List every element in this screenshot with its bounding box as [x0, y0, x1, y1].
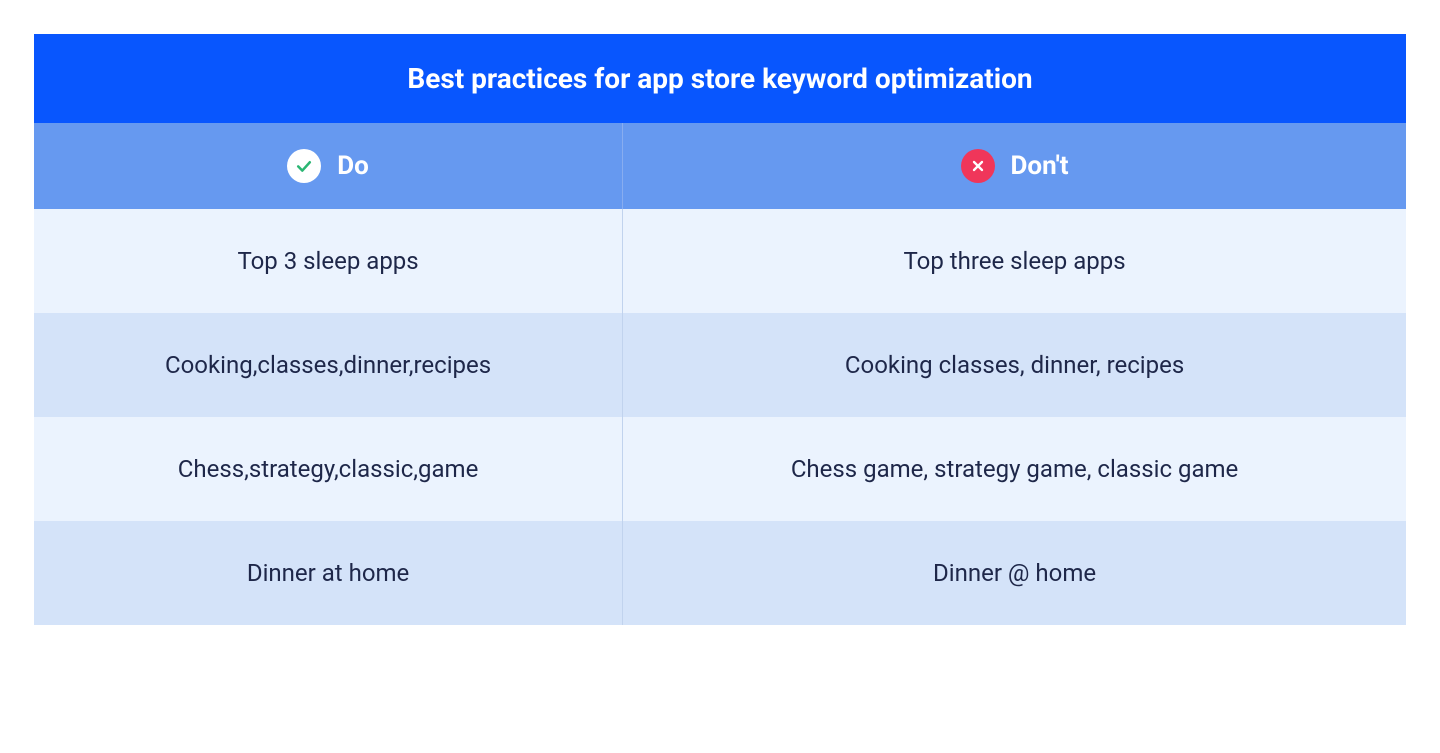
- dont-cell: Chess game, strategy game, classic game: [623, 417, 1406, 521]
- table-title: Best practices for app store keyword opt…: [34, 34, 1406, 123]
- table-row: Top 3 sleep apps Top three sleep apps: [34, 209, 1406, 313]
- header-row: Do Don't: [34, 123, 1406, 209]
- do-cell: Dinner at home: [34, 521, 623, 625]
- cross-icon: [961, 149, 995, 183]
- best-practices-table: Best practices for app store keyword opt…: [34, 34, 1406, 625]
- dont-cell: Top three sleep apps: [623, 209, 1406, 313]
- do-cell: Top 3 sleep apps: [34, 209, 623, 313]
- do-cell: Cooking,classes,dinner,recipes: [34, 313, 623, 417]
- dont-label: Don't: [1011, 151, 1069, 181]
- do-cell: Chess,strategy,classic,game: [34, 417, 623, 521]
- do-label: Do: [337, 151, 369, 181]
- dont-column-header: Don't: [623, 123, 1406, 209]
- dont-cell: Dinner @ home: [623, 521, 1406, 625]
- table-row: Chess,strategy,classic,game Chess game, …: [34, 417, 1406, 521]
- do-column-header: Do: [34, 123, 623, 209]
- check-icon: [287, 149, 321, 183]
- title-row: Best practices for app store keyword opt…: [34, 34, 1406, 123]
- table-row: Cooking,classes,dinner,recipes Cooking c…: [34, 313, 1406, 417]
- dont-cell: Cooking classes, dinner, recipes: [623, 313, 1406, 417]
- table-row: Dinner at home Dinner @ home: [34, 521, 1406, 625]
